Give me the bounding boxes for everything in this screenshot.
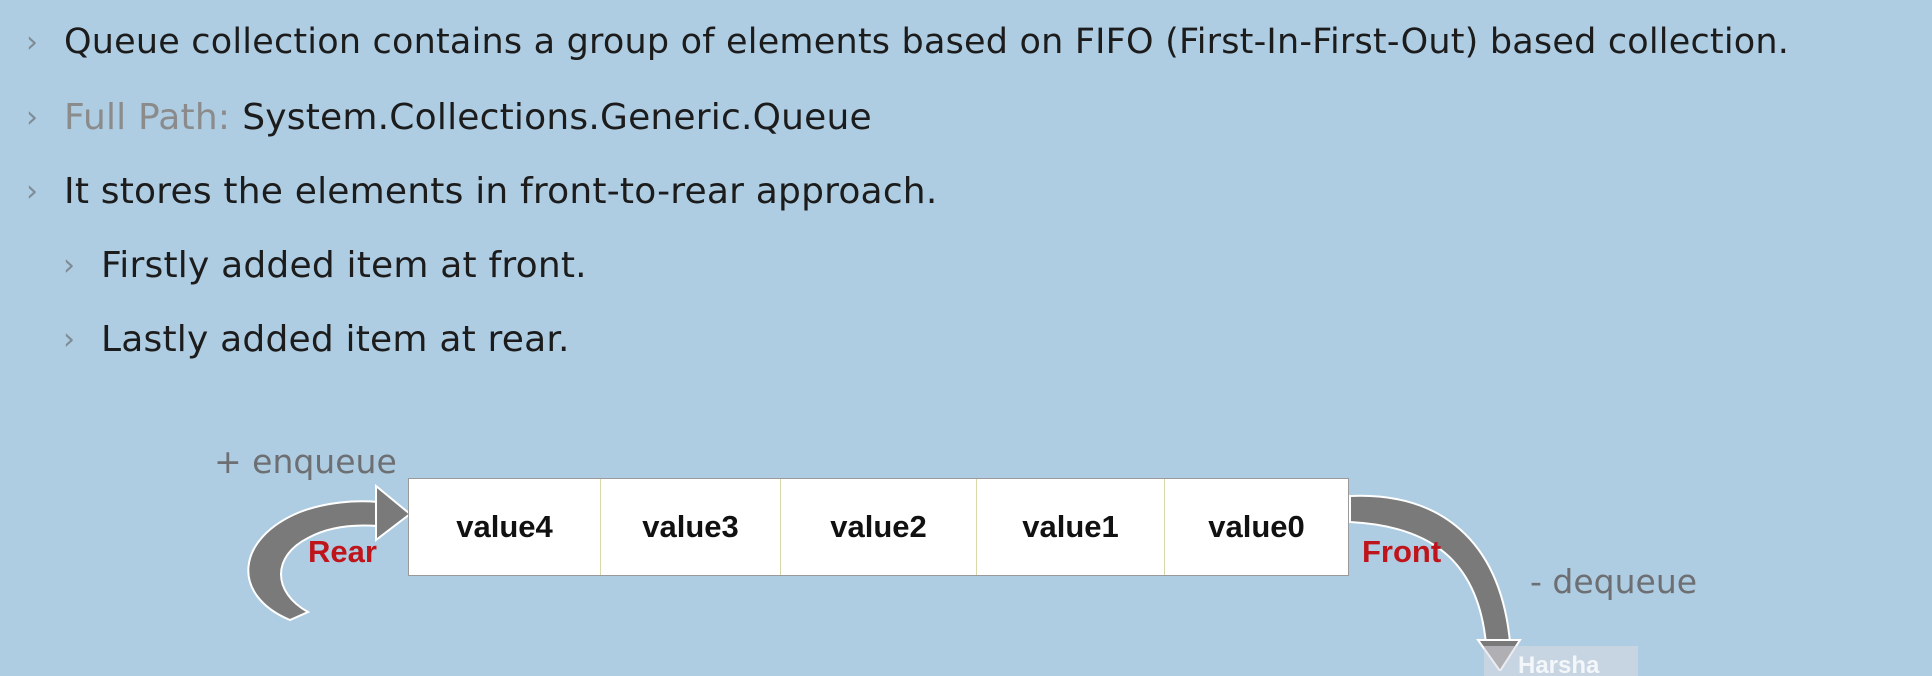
bullet-text: Lastly added item at rear. [101, 318, 570, 360]
bullet-text: Queue collection contains a group of ele… [64, 22, 1790, 62]
chevron-right-icon: › [26, 99, 38, 135]
sub-bullet-item: › Lastly added item at rear. [63, 314, 570, 364]
chevron-right-icon: › [26, 173, 38, 209]
queue-cell: value0 [1208, 509, 1305, 544]
bullet-item: › Queue collection contains a group of e… [26, 17, 1789, 67]
rear-label: Rear [308, 534, 377, 569]
front-label: Front [1362, 534, 1442, 569]
full-path-value: System.Collections.Generic.Queue [242, 96, 872, 138]
bullet-text: Firstly added item at front. [101, 244, 587, 286]
chevron-right-icon: › [26, 24, 38, 60]
bullet-text: It stores the elements in front-to-rear … [64, 170, 938, 212]
queue-cell: value3 [601, 479, 781, 575]
dequeue-label: - dequeue [1530, 562, 1698, 601]
chevron-right-icon: › [63, 247, 75, 283]
queue-cell: value2 [781, 479, 977, 575]
bullet-item: › It stores the elements in front-to-rea… [26, 166, 937, 216]
dequeue-arrow-icon [1349, 494, 1522, 671]
chevron-right-icon: › [63, 321, 75, 357]
watermark-text: Harsha [1518, 652, 1600, 676]
watermark-logo: Harsha [1484, 646, 1638, 676]
queue-cell: value1 [977, 479, 1165, 575]
queue-diagram: + enqueue - dequeue Rear Front value4 va… [0, 430, 1932, 676]
queue-cell: value4 [409, 479, 601, 575]
sub-bullet-item: › Firstly added item at front. [63, 240, 587, 290]
bullet-item: › Full Path: System.Collections.Generic.… [26, 92, 872, 142]
full-path-label: Full Path: [64, 96, 231, 138]
enqueue-label: + enqueue [214, 442, 397, 481]
queue-box: value4 value3 value2 value1 value0 [408, 478, 1349, 576]
